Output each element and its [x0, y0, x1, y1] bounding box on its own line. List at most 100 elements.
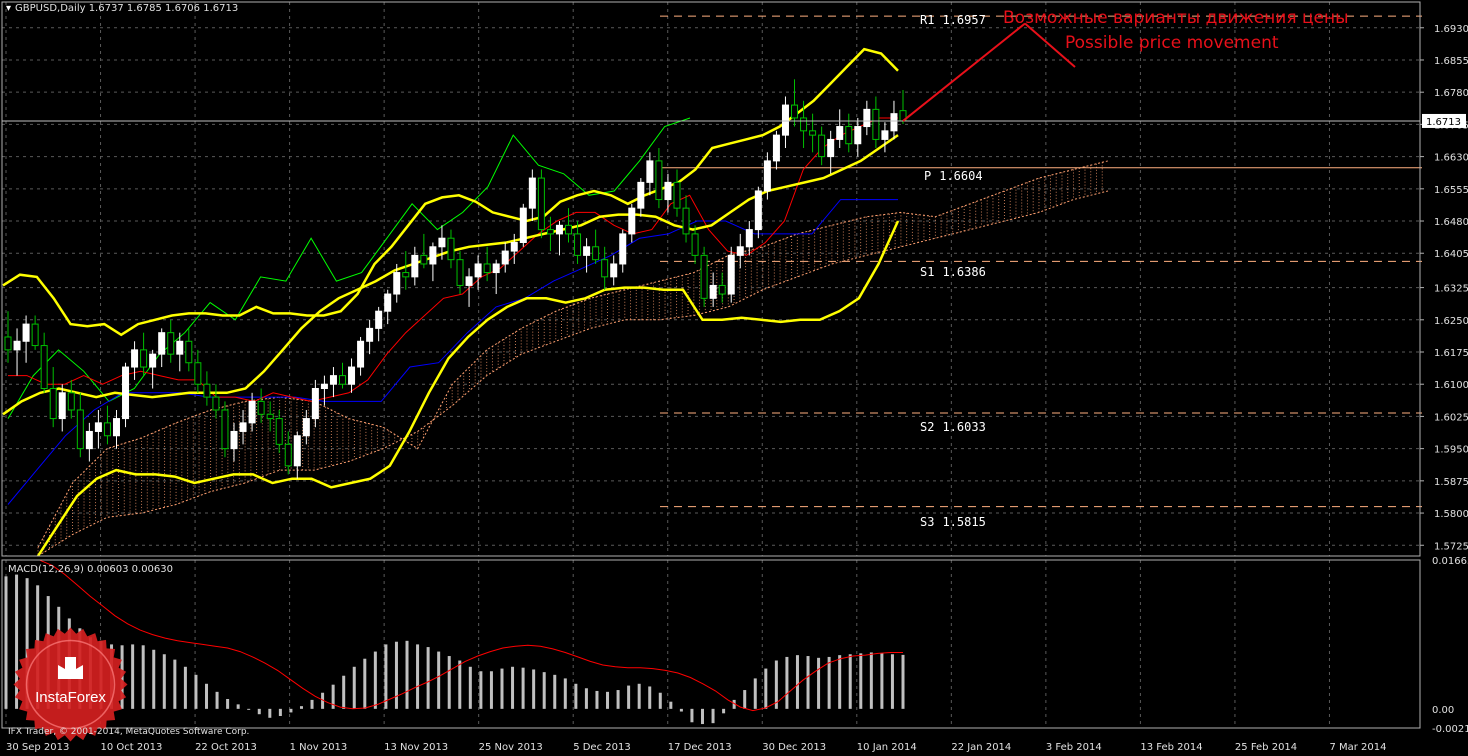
candle-body [474, 263, 482, 278]
macd-bar [141, 645, 145, 709]
candle-body [140, 349, 148, 368]
logo-seal-shape [13, 627, 128, 742]
candle-body [112, 418, 120, 437]
grid-lines [2, 2, 1420, 728]
pivot-value: 1.6033 [942, 420, 986, 434]
candle-body [628, 207, 636, 235]
candle-body [637, 181, 645, 209]
y-tick-label: 1.6405 [1434, 249, 1468, 260]
x-tick-label: 1 Nov 2013 [290, 742, 348, 753]
macd-bar [310, 699, 314, 709]
candle-body [592, 246, 600, 261]
candle-body [827, 138, 835, 158]
candle-body [311, 388, 319, 420]
candle-body [275, 418, 283, 445]
y-tick-label: 1.6630 [1434, 153, 1468, 164]
candle-body [402, 272, 410, 278]
candle-body [212, 396, 220, 411]
candle-body [338, 375, 346, 385]
candle-body [348, 366, 356, 385]
candle-body [13, 340, 21, 351]
pivot-lines [660, 15, 1422, 508]
macd-bar [226, 699, 230, 709]
macd-y-tick-label: -0.00214 [1432, 724, 1468, 735]
macd-bar [669, 701, 673, 709]
macd-bar [616, 690, 620, 709]
macd-bar [152, 649, 156, 709]
y-tick-label: 1.6855 [1434, 56, 1468, 67]
current-price-label: 1.6713 [1426, 117, 1461, 128]
candle-body [320, 383, 328, 390]
candle-body [619, 233, 627, 265]
candle-body [248, 400, 256, 424]
macd-bar [584, 688, 588, 709]
candle-body [700, 254, 708, 299]
candle-body [447, 237, 455, 261]
macd-bar [447, 656, 451, 709]
pivot-label-r1: R1 1.6957 [920, 13, 986, 27]
candle-body [31, 323, 39, 347]
candle-body [58, 392, 66, 420]
macd-bar [722, 708, 726, 714]
candle-body [366, 327, 374, 342]
candle-body [845, 126, 853, 145]
macd-bar [183, 666, 187, 709]
x-tick-label: 7 Mar 2014 [1329, 742, 1386, 753]
macd-bar [131, 644, 135, 709]
candle-body [149, 353, 157, 368]
macd-bar [764, 668, 768, 709]
candle-body [537, 177, 545, 231]
candle-body [22, 323, 30, 342]
candle-body [131, 349, 139, 368]
candle-body [565, 224, 573, 235]
pivot-label-p: P 1.6604 [924, 169, 983, 183]
candle-body [863, 108, 871, 128]
y-tick-label: 1.5950 [1434, 445, 1468, 456]
pivot-name: R1 [920, 13, 935, 27]
pivot-label-s1: S1 1.6386 [920, 265, 986, 279]
candle-body [881, 130, 889, 140]
candle-body [754, 190, 762, 231]
candle-body [673, 181, 681, 209]
candle-body [709, 284, 717, 299]
macd-bar [458, 660, 462, 709]
macd-bar [352, 666, 356, 709]
pivot-name: S2 [920, 420, 935, 434]
x-tick-label: 3 Feb 2014 [1046, 742, 1102, 753]
macd-bar [416, 644, 420, 709]
macd-bar [405, 640, 409, 709]
macd-panel-frame [1, 559, 1421, 729]
candle-body [203, 383, 211, 398]
annotation-russian: Возможные варианты движения цены [1003, 8, 1349, 28]
pivot-value: 1.5815 [942, 515, 986, 529]
pivot-name: P [924, 169, 932, 183]
candle-body [67, 392, 75, 411]
candle-body [727, 254, 735, 295]
macd-bar [4, 576, 8, 709]
candle-body [836, 126, 844, 140]
macd-bar [574, 683, 578, 709]
macd-bar [532, 669, 536, 709]
macd-bar [637, 683, 641, 709]
y-tick-label: 1.6325 [1434, 284, 1468, 295]
macd-bar [869, 652, 873, 709]
candle-body [76, 409, 84, 450]
candle-body [574, 233, 582, 256]
pivot-value: 1.6604 [939, 169, 983, 183]
macd-bar [753, 678, 757, 709]
candle-body [185, 340, 193, 364]
bollinger-lower-band [36, 220, 900, 557]
candle-body [230, 430, 238, 450]
macd-bar [289, 708, 293, 713]
candle-body [302, 418, 310, 437]
symbol-header[interactable]: ▾ GBPUSD,Daily 1.6737 1.6785 1.6706 1.671… [6, 3, 238, 14]
symbol-dropdown-icon[interactable]: ▾ [6, 3, 11, 14]
y-tick-label: 1.5875 [1434, 477, 1468, 488]
macd-bar [848, 654, 852, 709]
candle-body [510, 241, 518, 252]
candle-body [501, 250, 509, 265]
macd-header: MACD(12,26,9) 0.00603 0.00630 [8, 564, 174, 575]
macd-bar [247, 708, 251, 710]
x-tick-label: 22 Oct 2013 [195, 742, 257, 753]
candle-body [85, 430, 93, 450]
